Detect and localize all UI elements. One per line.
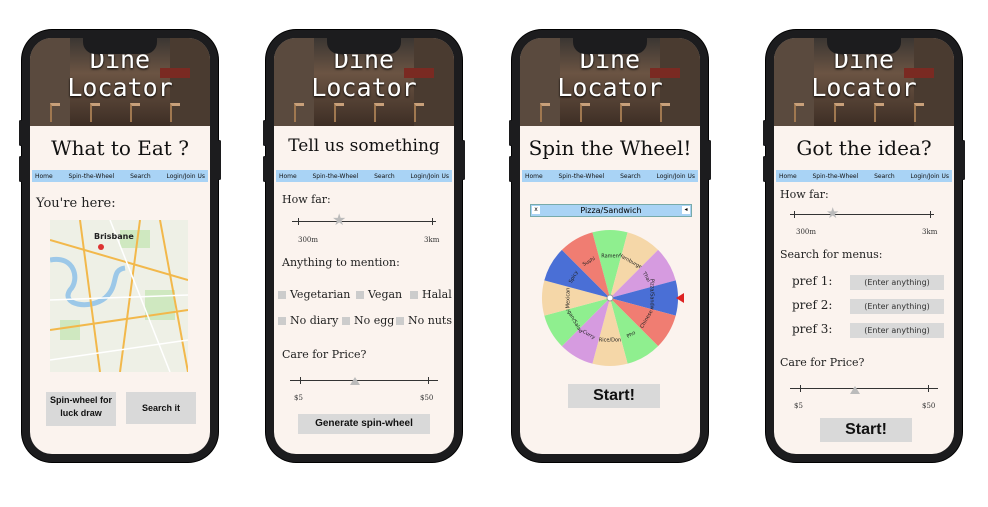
checkbox-no-diary[interactable]: No diary: [278, 314, 338, 327]
screen: Dine Locator Spin the Wheel! Home Spin-th…: [520, 38, 700, 454]
price-slider[interactable]: [790, 382, 938, 398]
slider-triangle-icon[interactable]: [350, 377, 360, 385]
wheel-close-icon[interactable]: x: [532, 206, 540, 214]
how-far-label: How far:: [780, 188, 829, 201]
page-title: Got the idea?: [796, 136, 932, 160]
app-title: Dine Locator: [557, 45, 663, 102]
phone-tell-us: Dine Locator Tell us something Home Spin-…: [263, 30, 465, 462]
start-button[interactable]: Start!: [568, 384, 660, 408]
page-title: Tell us something: [288, 136, 440, 156]
pref1-label: pref 1:: [792, 274, 833, 288]
pref3-label: pref 3:: [792, 322, 833, 336]
wheel-minimize-icon[interactable]: ◂: [682, 206, 690, 214]
generate-spin-wheel-button[interactable]: Generate spin-wheel: [298, 414, 430, 434]
nav-spin[interactable]: Spin-the-Wheel: [812, 173, 858, 180]
slider-star-icon[interactable]: ★: [826, 204, 839, 222]
notch: [827, 38, 901, 54]
nav-bar: Home Spin-the-Wheel Search Login/Join Us: [32, 170, 208, 182]
map[interactable]: Brisbane: [50, 220, 188, 372]
nav-search[interactable]: Search: [374, 173, 395, 180]
checkbox-no-egg[interactable]: No egg: [342, 314, 394, 327]
distance-max: 3km: [424, 236, 440, 244]
price-slider[interactable]: [290, 374, 438, 390]
nav-spin[interactable]: Spin-the-Wheel: [68, 173, 114, 180]
nav-spin[interactable]: Spin-the-Wheel: [558, 173, 604, 180]
nav-home[interactable]: Home: [779, 173, 797, 180]
price-min: $5: [294, 394, 303, 402]
nav-login[interactable]: Login/Join Us: [166, 173, 205, 180]
nav-search[interactable]: Search: [130, 173, 151, 180]
slider-star-icon[interactable]: ★: [332, 210, 346, 229]
nav-search[interactable]: Search: [874, 173, 895, 180]
price-label: Care for Price?: [282, 348, 367, 361]
checkbox-vegan[interactable]: Vegan: [356, 288, 402, 301]
wheel-slice-label: Rice/Don: [599, 338, 621, 344]
nav-home[interactable]: Home: [35, 173, 53, 180]
notch: [573, 38, 647, 54]
mention-label: Anything to mention:: [282, 256, 400, 269]
spin-wheel-button[interactable]: Spin-wheel for luck draw: [46, 392, 116, 426]
distance-min: 300m: [298, 236, 318, 244]
price-max: $50: [922, 402, 936, 410]
nav-bar: Home Spin-the-Wheel Search Login/Join Us: [276, 170, 452, 182]
map-graphic: [50, 220, 188, 372]
menus-label: Search for menus:: [780, 248, 883, 261]
you-here-label: You're here:: [36, 196, 116, 211]
wheel-title-bar: x Pizza/Sandwich ◂: [530, 204, 692, 217]
price-max: $50: [420, 394, 434, 402]
page-title: What to Eat ?: [51, 136, 189, 160]
notch: [327, 38, 401, 54]
wheel-result-text: Pizza/Sandwich: [580, 206, 642, 215]
nav-home[interactable]: Home: [525, 173, 543, 180]
app-title: Dine Locator: [811, 45, 917, 102]
nav-login[interactable]: Login/Join Us: [656, 173, 695, 180]
pref2-input[interactable]: (Enter anything): [850, 299, 944, 314]
screen: Dine Locator What to Eat ? Home Spin-the-…: [30, 38, 210, 454]
nav-bar: Home Spin-the-Wheel Search Login/Join Us: [522, 170, 698, 182]
pref2-label: pref 2:: [792, 298, 833, 312]
nav-search[interactable]: Search: [620, 173, 641, 180]
notch: [83, 38, 157, 54]
wheel-hub: [606, 294, 614, 302]
spin-wheel[interactable]: RamenHamburgerThaiPizza/SandwichChineseP…: [530, 218, 690, 378]
phone-what-to-eat: Dine Locator What to Eat ? Home Spin-the-…: [19, 30, 221, 462]
distance-slider[interactable]: ★: [292, 210, 436, 236]
nav-spin[interactable]: Spin-the-Wheel: [312, 173, 358, 180]
nav-bar: Home Spin-the-Wheel Search Login/Join Us: [776, 170, 952, 182]
nav-login[interactable]: Login/Join Us: [410, 173, 449, 180]
distance-min: 300m: [796, 228, 816, 236]
pref1-input[interactable]: (Enter anything): [850, 275, 944, 290]
wheel-slice-label: Mexican: [565, 288, 571, 309]
search-button[interactable]: Search it: [126, 392, 196, 424]
phone-got-idea: Dine Locator Got the idea? Home Spin-the-…: [763, 30, 965, 462]
nav-login[interactable]: Login/Join Us: [910, 173, 949, 180]
checkbox-no-nuts[interactable]: No nuts: [396, 314, 452, 327]
how-far-label: How far:: [282, 193, 331, 206]
checkbox-halal[interactable]: Halal: [410, 288, 452, 301]
start-button[interactable]: Start!: [820, 418, 912, 442]
price-label: Care for Price?: [780, 356, 865, 369]
screen: Dine Locator Tell us something Home Spin-…: [274, 38, 454, 454]
distance-max: 3km: [922, 228, 938, 236]
slider-triangle-icon[interactable]: [850, 386, 860, 394]
map-city-label: Brisbane: [94, 232, 134, 241]
distance-slider[interactable]: ★: [790, 204, 934, 226]
pref3-input[interactable]: (Enter anything): [850, 323, 944, 338]
map-pin-icon: [98, 244, 104, 250]
wheel-slice-label: Ramen: [601, 253, 619, 259]
app-title: Dine Locator: [311, 45, 417, 102]
nav-home[interactable]: Home: [279, 173, 297, 180]
screen: Dine Locator Got the idea? Home Spin-the-…: [774, 38, 954, 454]
price-min: $5: [794, 402, 803, 410]
checkbox-vegetarian[interactable]: Vegetarian: [278, 288, 350, 301]
app-title: Dine Locator: [67, 45, 173, 102]
page-title: Spin the Wheel!: [528, 136, 692, 160]
phone-spin-wheel: Dine Locator Spin the Wheel! Home Spin-th…: [509, 30, 711, 462]
